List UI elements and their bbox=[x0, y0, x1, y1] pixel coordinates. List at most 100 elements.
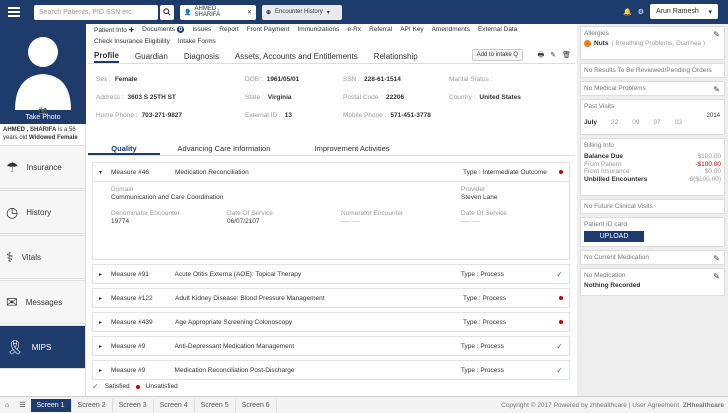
footer-bar: ⌂ ☰ Screen 1 Screen 2 Screen 3 Screen 4 … bbox=[0, 396, 728, 413]
sex-value: Female bbox=[114, 76, 138, 83]
tab-improvement-activities[interactable]: Improvement Activities bbox=[288, 140, 416, 155]
nav-front-payment[interactable]: Front Payment bbox=[247, 26, 290, 34]
sidebar-item-label: Messages bbox=[25, 297, 63, 307]
tab-advancing-care[interactable]: Advancing Care Information bbox=[160, 140, 288, 155]
chevron-down-icon: ▾ bbox=[708, 9, 712, 16]
country-value: United States bbox=[479, 94, 521, 101]
close-icon[interactable]: ✕ bbox=[247, 9, 252, 16]
measure-row[interactable]: ▸ Measure #122 Adult Kidney Disease: Blood… bbox=[92, 288, 570, 308]
measures-list: ▾ Measure #46 Medication Reconciliation Ty… bbox=[92, 162, 570, 384]
trash-icon[interactable]: 🗑 bbox=[562, 51, 571, 62]
home-icon[interactable]: ⌂ bbox=[0, 402, 14, 409]
screen-tab-6[interactable]: Screen 6 bbox=[236, 398, 277, 412]
chevron-right-icon: ▸ bbox=[99, 295, 103, 302]
sidebar-item-label: Vitals bbox=[21, 252, 41, 262]
tab-guardian[interactable]: Guardian bbox=[135, 52, 168, 61]
problems-card: No Medical Problems ✎ bbox=[580, 81, 725, 96]
measure-row[interactable]: ▸ Measure #9 Anti-Depressant Medication Ma… bbox=[92, 336, 570, 356]
right-panel: Allergies ✎ Nuts( Breathing Problems, Dia… bbox=[577, 24, 728, 396]
nav-erx[interactable]: e-Rx bbox=[347, 26, 361, 34]
screen-tab-5[interactable]: Screen 5 bbox=[195, 398, 236, 412]
nav-immunizations[interactable]: Immunizations bbox=[297, 26, 339, 34]
edit-icon[interactable]: ✎ bbox=[713, 30, 720, 39]
tab-quality[interactable]: Quality bbox=[88, 140, 160, 155]
edit-icon[interactable]: ✎ bbox=[550, 51, 556, 62]
measure-row[interactable]: ▸ Measure #91 Acute Otitis Externa (AOE): … bbox=[92, 264, 570, 284]
add-encounter-icon[interactable]: ⊕ bbox=[266, 9, 271, 16]
nav-documents[interactable]: Documents 0 bbox=[142, 26, 185, 34]
take-photo-button[interactable]: 📷 Take Photo bbox=[0, 106, 86, 121]
patient-summary: AHMED , SHARIFA is a 56 years old Widowe… bbox=[0, 124, 85, 144]
add-to-intake-button[interactable]: Add to intake Q bbox=[471, 49, 523, 61]
measure-row[interactable]: ▸ Measure #9 Medication Reconciliation Pos… bbox=[92, 360, 570, 380]
postal-value: 22206 bbox=[386, 94, 405, 101]
unsatisfied-indicator bbox=[559, 320, 563, 324]
results-card: No Results To Be Reviewed/Pending Orders bbox=[580, 63, 725, 78]
nav-patient-info[interactable]: Patient Info ✚ bbox=[94, 26, 134, 34]
sidebar-item-vitals[interactable]: ⚕ Vitals bbox=[0, 235, 85, 279]
sidebar-item-messages[interactable]: ✉ Messages bbox=[0, 280, 85, 324]
edit-icon[interactable]: ✎ bbox=[713, 254, 720, 263]
nav-issues[interactable]: Issues bbox=[192, 26, 211, 34]
tab-diagnosis[interactable]: Diagnosis bbox=[184, 52, 219, 61]
nav-external-data[interactable]: External Data bbox=[478, 26, 517, 34]
chevron-right-icon: ▸ bbox=[99, 271, 103, 278]
patient-chip-label: AHMED , SHARIFA bbox=[194, 6, 221, 18]
edit-icon[interactable]: ✎ bbox=[713, 272, 720, 281]
home-phone-value: 703-271-9827 bbox=[141, 112, 183, 119]
billing-card: Billing Info Balance Due $100.00 From Pat… bbox=[580, 138, 725, 196]
stethoscope-icon: ⚕ bbox=[6, 248, 14, 265]
ssn-value: 228-61-1514 bbox=[363, 76, 401, 83]
allergy-indicator bbox=[584, 40, 591, 47]
menu-icon[interactable] bbox=[8, 4, 28, 20]
current-medication-card: No Current Medication ✎ bbox=[580, 250, 725, 265]
sidebar-item-history[interactable]: ◷ History bbox=[0, 190, 85, 234]
address-value: 3603 S 25TH ST bbox=[127, 94, 176, 101]
edit-icon[interactable]: ✎ bbox=[713, 85, 720, 94]
unsatisfied-indicator bbox=[559, 296, 563, 300]
nav-report[interactable]: Report bbox=[219, 26, 239, 34]
screen-tab-1[interactable]: Screen 1 bbox=[30, 398, 72, 412]
take-photo-label: Take Photo bbox=[25, 114, 61, 121]
unsatisfied-indicator bbox=[135, 384, 140, 389]
chevron-down-icon[interactable]: ▾ bbox=[99, 169, 111, 176]
check-icon: ✓ bbox=[556, 365, 563, 375]
user-menu[interactable]: Arun Ramesh ▾ bbox=[650, 4, 718, 19]
mobile-phone-value: 571-451-3778 bbox=[390, 112, 431, 119]
tab-profile[interactable]: Profile bbox=[94, 51, 119, 63]
encounter-label: Encounter History bbox=[275, 9, 323, 15]
measure-row[interactable]: ▸ Measure #439 Age Appropriate Screening C… bbox=[92, 312, 570, 332]
screen-tab-3[interactable]: Screen 3 bbox=[113, 398, 154, 412]
sidebar-item-mips[interactable]: 🎗 MIPS bbox=[0, 325, 85, 369]
nav-api-key[interactable]: API Key bbox=[400, 26, 423, 34]
chevron-right-icon: ▸ bbox=[99, 367, 103, 374]
nav-referral[interactable]: Referral bbox=[369, 26, 392, 34]
patient-chip[interactable]: 👤 AHMED , SHARIFA ✕ bbox=[180, 4, 256, 20]
user-name: Arun Ramesh bbox=[656, 8, 699, 15]
future-visits-card: No Future Clinical Visits bbox=[580, 199, 725, 214]
medication-card: No Medication ✎ Nothing Recorded bbox=[580, 268, 725, 296]
patient-name: AHMED , SHARIFA bbox=[3, 127, 57, 133]
measure-row[interactable]: ▾ Measure #46 Medication Reconciliation Ty… bbox=[92, 162, 570, 182]
print-icon[interactable]: 🖶 bbox=[538, 51, 545, 62]
nav-amendments[interactable]: Amendments bbox=[432, 26, 470, 34]
menu-icon[interactable]: ☰ bbox=[14, 401, 30, 409]
gear-icon[interactable]: ⚙ bbox=[638, 8, 644, 16]
nav-check-insurance[interactable]: Check Insurance Eligibility bbox=[94, 38, 170, 45]
patient-photo[interactable]: 📷 Take Photo bbox=[0, 24, 86, 124]
sidebar-item-insurance[interactable]: ☂ Insurance bbox=[0, 145, 85, 189]
upload-button[interactable]: UPLOAD bbox=[584, 231, 644, 242]
search-icon[interactable] bbox=[160, 4, 174, 20]
screen-tab-2[interactable]: Screen 2 bbox=[72, 398, 113, 412]
past-visits-card: Past Visits 2014 July 22 09 07 03 bbox=[580, 99, 725, 135]
patient-status: Widowed Female bbox=[29, 135, 78, 141]
tab-relationship[interactable]: Relationship bbox=[374, 52, 418, 61]
tab-assets[interactable]: Assets, Accounts and Entitlements bbox=[235, 52, 358, 61]
encounter-history-select[interactable]: ⊕ Encounter History ▾ bbox=[262, 4, 342, 20]
status-legend: ✓ Satisfied Unsatisfied bbox=[92, 382, 178, 391]
screen-tab-4[interactable]: Screen 4 bbox=[154, 398, 195, 412]
nav-intake-forms[interactable]: Intake Forms bbox=[178, 38, 216, 45]
search-input[interactable]: Search Patients, PID SSN etc. bbox=[34, 4, 158, 20]
measure-detail: Domain Communication and Care Coordinati… bbox=[92, 182, 570, 260]
bell-icon[interactable]: 🔔 bbox=[623, 8, 632, 16]
